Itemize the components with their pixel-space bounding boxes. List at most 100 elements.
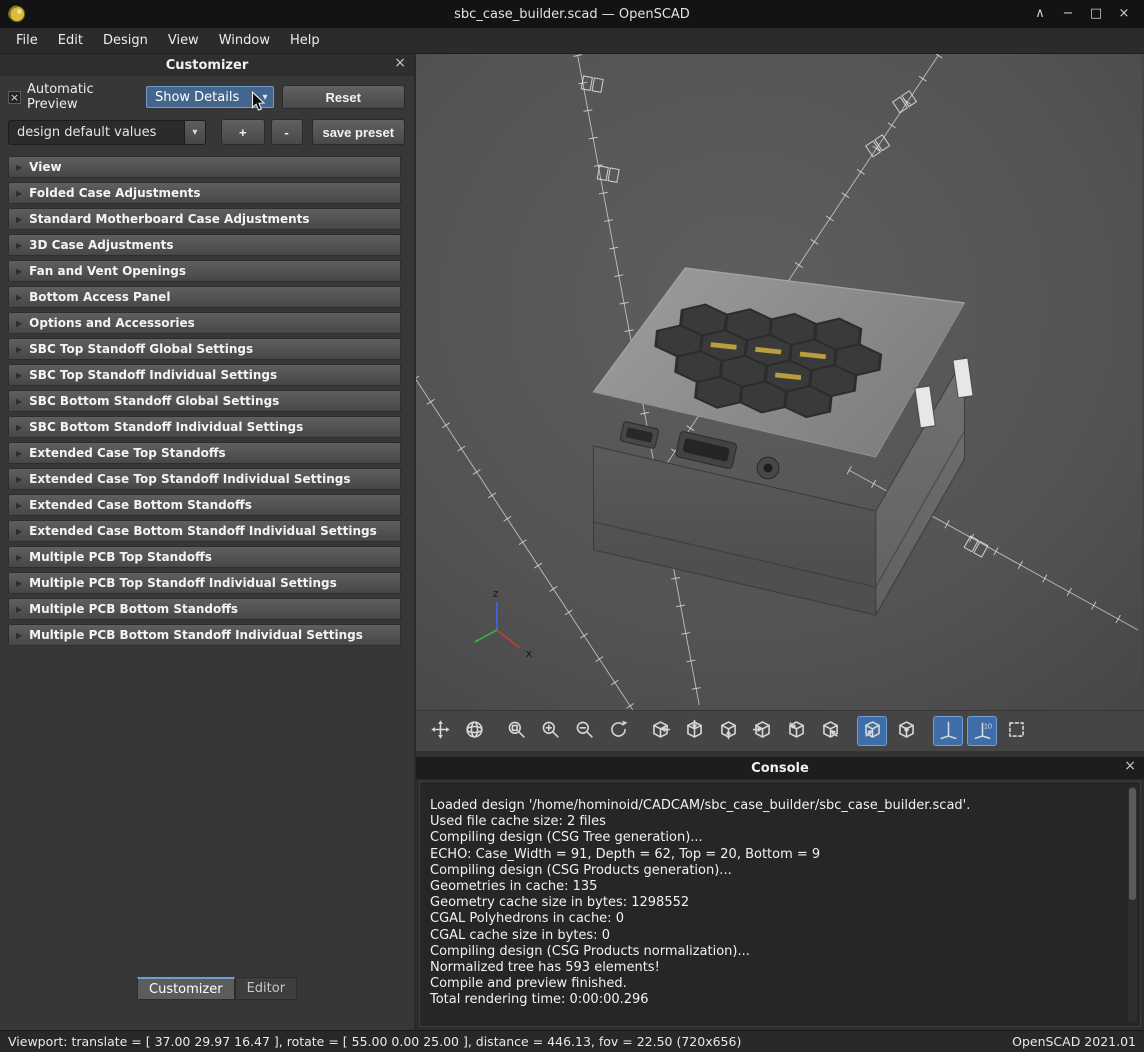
zoom-all-icon (506, 719, 527, 743)
group-folded-case-adjustments[interactable]: ▶ Folded Case Adjustments (8, 182, 401, 204)
group-label: SBC Bottom Standoff Individual Settings (29, 420, 303, 434)
window-maximize-button[interactable]: □ (1088, 6, 1104, 22)
show-crosshairs-button[interactable] (1001, 716, 1031, 746)
group-3d-case-adjustments[interactable]: ▶ 3D Case Adjustments (8, 234, 401, 256)
expand-arrow-icon: ▶ (16, 293, 22, 302)
customizer-panel: Customizer × × Automatic Preview Show De… (0, 54, 416, 1030)
view-top-button[interactable] (679, 716, 709, 746)
zoom-out-button[interactable] (569, 716, 599, 746)
expand-arrow-icon: ▶ (16, 605, 22, 614)
detail-level-select[interactable]: Show Details ▾ (146, 86, 274, 108)
console-line: Compiling design (CSG Tree generation)..… (430, 830, 1114, 846)
console-line: Used file cache size: 2 files (430, 814, 1114, 830)
console-line: Geometries in cache: 135 (430, 879, 1114, 895)
view-front-icon (786, 719, 807, 743)
console-close-icon[interactable]: × (1124, 758, 1136, 774)
group-view[interactable]: ▶ View (8, 156, 401, 178)
view-bounding-box-button[interactable] (459, 716, 489, 746)
add-preset-button[interactable]: + (221, 119, 265, 145)
expand-arrow-icon: ▶ (16, 553, 22, 562)
console-line: Loaded design '/home/hominoid/CADCAM/sbc… (430, 798, 1114, 814)
expand-arrow-icon: ▶ (16, 579, 22, 588)
menu-file[interactable]: File (6, 30, 48, 51)
3d-view-canvas[interactable]: z x (416, 54, 1142, 710)
window-shade-button[interactable]: ∧ (1032, 6, 1048, 22)
show-axes-button[interactable] (933, 716, 963, 746)
remove-preset-button[interactable]: - (271, 119, 303, 145)
zoom-in-button[interactable] (535, 716, 565, 746)
group-standard-motherboard-case-adjustments[interactable]: ▶ Standard Motherboard Case Adjustments (8, 208, 401, 230)
group-extended-case-bottom-standoffs[interactable]: ▶ Extended Case Bottom Standoffs (8, 494, 401, 516)
openscad-logo-icon (8, 5, 26, 23)
menu-design[interactable]: Design (93, 30, 158, 51)
view-back-button[interactable] (815, 716, 845, 746)
statusbar: Viewport: translate = [ 37.00 29.97 16.4… (0, 1030, 1144, 1052)
group-multiple-pcb-bottom-standoff-individual-settings[interactable]: ▶ Multiple PCB Bottom Standoff Individua… (8, 624, 401, 646)
group-label: Multiple PCB Top Standoff Individual Set… (29, 576, 337, 590)
group-fan-and-vent-openings[interactable]: ▶ Fan and Vent Openings (8, 260, 401, 282)
console-scrollbar[interactable] (1128, 786, 1137, 1022)
view-center-button[interactable] (891, 716, 921, 746)
menu-edit[interactable]: Edit (48, 30, 93, 51)
group-multiple-pcb-top-standoffs[interactable]: ▶ Multiple PCB Top Standoffs (8, 546, 401, 568)
zoom-in-icon (540, 719, 561, 743)
group-options-and-accessories[interactable]: ▶ Options and Accessories (8, 312, 401, 334)
show-scale-markers-button[interactable]: 10 (967, 716, 997, 746)
panel-tabs: CustomizerEditor (137, 977, 297, 1000)
console-scrollbar-thumb[interactable] (1129, 788, 1136, 900)
expand-arrow-icon: ▶ (16, 631, 22, 640)
expand-arrow-icon: ▶ (16, 527, 22, 536)
group-sbc-top-standoff-individual-settings[interactable]: ▶ SBC Top Standoff Individual Settings (8, 364, 401, 386)
save-preset-button[interactable]: save preset (312, 119, 405, 145)
automatic-preview-checkbox[interactable]: × (8, 91, 21, 104)
customizer-close-icon[interactable]: × (394, 55, 406, 71)
openscad-window: sbc_case_builder.scad — OpenSCAD ∧−□× Fi… (0, 0, 1144, 1052)
group-label: SBC Bottom Standoff Global Settings (29, 394, 279, 408)
zoom-all-button[interactable] (501, 716, 531, 746)
group-bottom-access-panel[interactable]: ▶ Bottom Access Panel (8, 286, 401, 308)
preset-select[interactable]: design default values ▾ (8, 120, 206, 145)
menu-view[interactable]: View (158, 30, 209, 51)
view-bounding-box-icon (464, 719, 485, 743)
window-close-button[interactable]: × (1116, 6, 1132, 22)
group-extended-case-bottom-standoff-individual-settings[interactable]: ▶ Extended Case Bottom Standoff Individu… (8, 520, 401, 542)
group-extended-case-top-standoffs[interactable]: ▶ Extended Case Top Standoffs (8, 442, 401, 464)
view-left-button[interactable] (747, 716, 777, 746)
group-sbc-top-standoff-global-settings[interactable]: ▶ SBC Top Standoff Global Settings (8, 338, 401, 360)
expand-arrow-icon: ▶ (16, 397, 22, 406)
menu-help[interactable]: Help (280, 30, 330, 51)
reset-view-button[interactable] (603, 716, 633, 746)
view-top-icon (684, 719, 705, 743)
axis-x-label: x (526, 647, 533, 660)
tab-editor[interactable]: Editor (235, 977, 297, 1000)
view-diagonal-button[interactable] (857, 716, 887, 746)
console-log[interactable]: Loaded design '/home/hominoid/CADCAM/sbc… (419, 781, 1141, 1027)
group-multiple-pcb-top-standoff-individual-settings[interactable]: ▶ Multiple PCB Top Standoff Individual S… (8, 572, 401, 594)
group-extended-case-top-standoff-individual-settings[interactable]: ▶ Extended Case Top Standoff Individual … (8, 468, 401, 490)
expand-arrow-icon: ▶ (16, 501, 22, 510)
console-line: ECHO: Case_Width = 91, Depth = 62, Top =… (430, 847, 1114, 863)
group-sbc-bottom-standoff-global-settings[interactable]: ▶ SBC Bottom Standoff Global Settings (8, 390, 401, 412)
reset-button[interactable]: Reset (282, 85, 405, 109)
tab-customizer[interactable]: Customizer (137, 977, 235, 1000)
console-line: CGAL Polyhedrons in cache: 0 (430, 911, 1114, 927)
expand-arrow-icon: ▶ (16, 241, 22, 250)
view-all-button[interactable] (425, 716, 455, 746)
window-minimize-button[interactable]: − (1060, 6, 1076, 22)
console-line: Total rendering time: 0:00:00.296 (430, 992, 1114, 1008)
svg-text:10: 10 (983, 722, 991, 731)
group-multiple-pcb-bottom-standoffs[interactable]: ▶ Multiple PCB Bottom Standoffs (8, 598, 401, 620)
console-title: Console (751, 761, 809, 776)
group-label: Extended Case Bottom Standoff Individual… (29, 524, 377, 538)
view-front-button[interactable] (781, 716, 811, 746)
customizer-panel-title: Customizer (166, 58, 248, 73)
view-right-button[interactable] (645, 716, 675, 746)
view-bottom-button[interactable] (713, 716, 743, 746)
preset-controls-row: design default values ▾ + - save preset (8, 119, 405, 145)
show-crosshairs-icon (1006, 719, 1027, 743)
group-sbc-bottom-standoff-individual-settings[interactable]: ▶ SBC Bottom Standoff Individual Setting… (8, 416, 401, 438)
3d-viewport[interactable]: z x (416, 54, 1144, 710)
menu-window[interactable]: Window (209, 30, 280, 51)
viewport-status-text: Viewport: translate = [ 37.00 29.97 16.4… (8, 1034, 741, 1049)
expand-arrow-icon: ▶ (16, 449, 22, 458)
